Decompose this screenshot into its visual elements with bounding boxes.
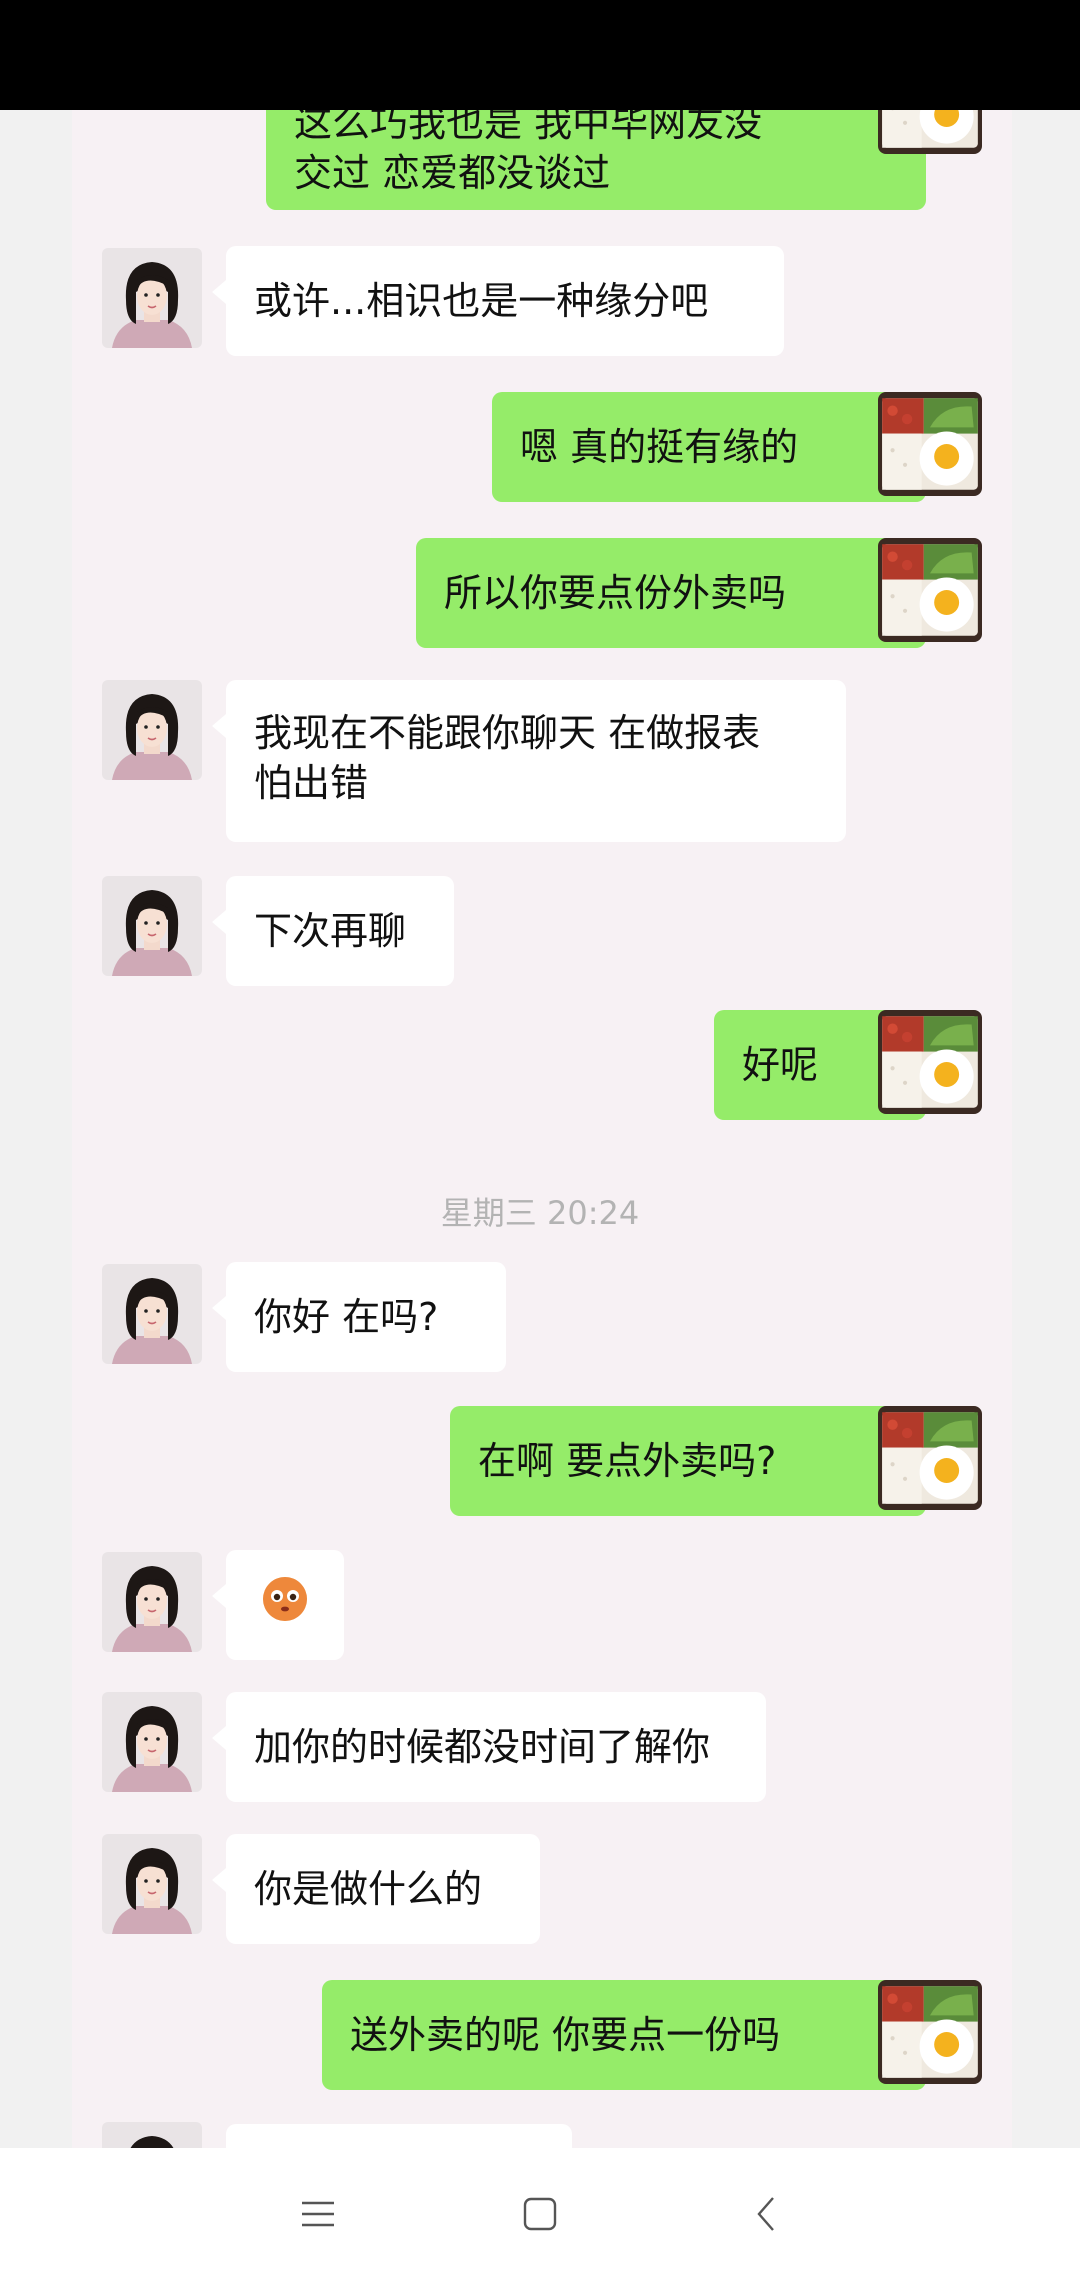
outgoing-message[interactable]: 这么巧我也是 我中毕网友没 交过 恋爱都没谈过 xyxy=(266,110,940,210)
contact-avatar[interactable] xyxy=(102,1692,202,1792)
message-text: 或许...相识也是一种缘分吧 xyxy=(254,279,709,323)
contact-avatar[interactable] xyxy=(102,1264,202,1364)
menu-icon[interactable] xyxy=(282,2178,354,2250)
message-text-line: 怕出错 xyxy=(254,761,369,805)
message-text: 在啊 要点外卖吗? xyxy=(478,1439,777,1483)
outgoing-message[interactable]: 所以你要点份外卖吗 xyxy=(416,538,940,648)
home-square-icon[interactable] xyxy=(504,2178,576,2250)
self-avatar[interactable] xyxy=(878,110,982,154)
outgoing-message[interactable]: 在啊 要点外卖吗? xyxy=(450,1406,940,1516)
outgoing-message[interactable]: 嗯 真的挺有缘的 xyxy=(492,392,940,502)
message-text: 下次再聊 xyxy=(254,909,407,953)
contact-avatar[interactable] xyxy=(102,680,202,780)
self-avatar[interactable] xyxy=(878,392,982,496)
message-text: 送外卖的呢 你要点一份吗 xyxy=(350,2013,781,2057)
incoming-message[interactable]: 或许...相识也是一种缘分吧 xyxy=(212,246,784,356)
right-margin xyxy=(1012,110,1080,2148)
outgoing-message[interactable]: 送外卖的呢 你要点一份吗 xyxy=(322,1980,940,2090)
incoming-message[interactable]: 你好 在吗? xyxy=(212,1262,506,1372)
self-avatar[interactable] xyxy=(878,538,982,642)
message-text: 嗯 真的挺有缘的 xyxy=(520,425,799,469)
self-avatar[interactable] xyxy=(878,1980,982,2084)
incoming-message[interactable]: 加你的时候都没时间了解你 xyxy=(212,1692,766,1802)
message-text: 好呢 xyxy=(742,1043,819,1087)
contact-avatar[interactable] xyxy=(102,1552,202,1652)
blush-emoji xyxy=(260,1574,310,1636)
chat-message-list[interactable]: 这么巧我也是 我中毕网友没 交过 恋爱都没谈过 或许...相识也是一种缘分吧 嗯… xyxy=(72,110,1012,2148)
incoming-message-partial[interactable] xyxy=(226,2124,572,2148)
incoming-message[interactable] xyxy=(212,1550,344,1660)
system-navigation-bar xyxy=(0,2148,1080,2280)
message-text-line: 我现在不能跟你聊天 在做报表 xyxy=(254,711,761,755)
incoming-message[interactable]: 我现在不能跟你聊天 在做报表 怕出错 xyxy=(212,680,846,842)
message-text: 所以你要点份外卖吗 xyxy=(444,571,787,615)
back-chevron-icon[interactable] xyxy=(730,2178,802,2250)
message-text-line: 交过 恋爱都没谈过 xyxy=(294,151,611,195)
message-text: 加你的时候都没时间了解你 xyxy=(254,1725,711,1769)
left-margin xyxy=(0,110,72,2148)
contact-avatar[interactable] xyxy=(102,1834,202,1934)
incoming-message[interactable]: 下次再聊 xyxy=(212,876,454,986)
contact-avatar[interactable] xyxy=(102,2122,202,2148)
incoming-message[interactable]: 你是做什么的 xyxy=(212,1834,540,1944)
message-text-line: 这么巧我也是 我中毕网友没 xyxy=(294,110,763,145)
message-text: 你是做什么的 xyxy=(254,1867,483,1911)
status-bar xyxy=(0,0,1080,110)
self-avatar[interactable] xyxy=(878,1406,982,1510)
self-avatar[interactable] xyxy=(878,1010,982,1114)
contact-avatar[interactable] xyxy=(102,248,202,348)
message-timestamp: 星期三 20:24 xyxy=(440,1194,640,1232)
message-text: 你好 在吗? xyxy=(254,1295,439,1339)
contact-avatar[interactable] xyxy=(102,876,202,976)
